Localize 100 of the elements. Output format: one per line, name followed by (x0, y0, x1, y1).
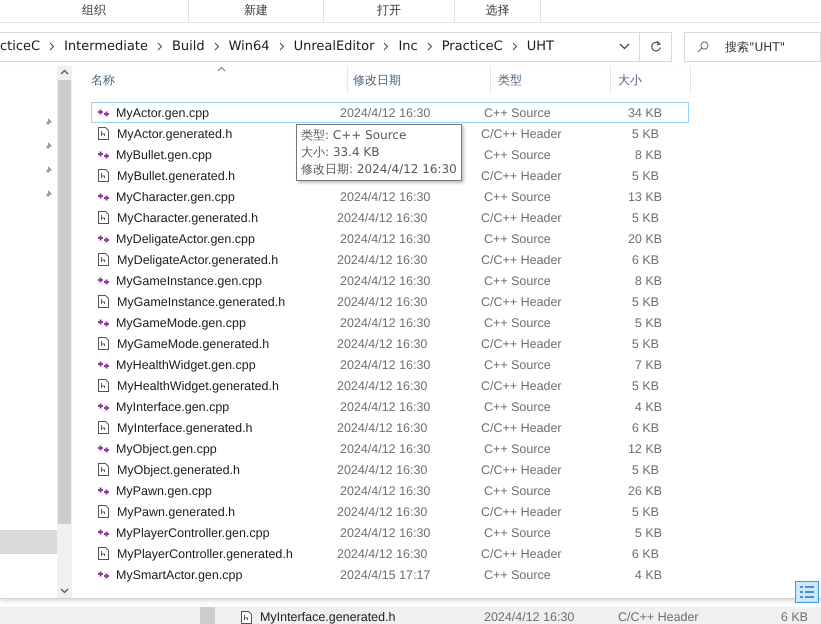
file-size: 12 KB (628, 442, 662, 456)
breadcrumb[interactable]: PracticeC (442, 39, 503, 54)
file-type: C/C++ Header (481, 546, 562, 561)
file-name: MyActor.gen.cpp (116, 106, 210, 120)
breadcrumb[interactable]: UHT (526, 39, 554, 54)
file-size: 5 KB (632, 336, 659, 351)
header-file-icon (98, 505, 109, 518)
breadcrumb[interactable]: Win64 (228, 39, 270, 54)
details-view-button[interactable] (795, 581, 819, 603)
plus-file-icon (97, 360, 111, 370)
chevron-right-icon (383, 42, 390, 52)
file-date: 2024/4/12 16:30 (340, 358, 430, 372)
file-type: C++ Source (484, 232, 551, 246)
breadcrumb[interactable]: Inc (398, 39, 418, 54)
file-date: 2024/4/15 17:17 (340, 568, 430, 582)
plus-file-icon (97, 276, 111, 286)
column-header[interactable]: 类型 (498, 72, 522, 89)
breadcrumb[interactable]: cticeC (0, 39, 40, 54)
refresh-icon (650, 40, 662, 54)
ribbon-group-label[interactable]: 组织 (0, 0, 189, 22)
plus-file-icon (97, 108, 111, 118)
ribbon-group-label[interactable]: 新建 (189, 0, 324, 22)
file-name: MyBullet.gen.cpp (116, 148, 212, 162)
file-size: 5 KB (632, 462, 659, 477)
file-name: MyPlayerController.gen.cpp (116, 526, 270, 540)
file-name: MyDeligateActor.generated.h (117, 252, 278, 267)
file-name: MyGameMode.gen.cpp (116, 316, 246, 330)
file-size: 5 KB (632, 504, 659, 519)
chevron-right-icon (426, 42, 433, 52)
breadcrumb[interactable]: Intermediate (64, 39, 148, 54)
list-icon (799, 585, 815, 599)
file-type: C/C++ Header (481, 420, 562, 435)
file-date: 2024/4/12 16:30 (337, 462, 428, 477)
file-date: 2024/4/12 16:30 (337, 546, 428, 561)
file-date: 2024/4/12 16:30 (340, 526, 430, 540)
file-size: 20 KB (628, 232, 662, 246)
file-type: C/C++ Header (481, 504, 562, 519)
plus-file-icon (97, 192, 111, 202)
tooltip-line: 修改日期: 2024/4/12 16:30 (301, 161, 457, 178)
file-name: MyHealthWidget.generated.h (117, 378, 279, 393)
plus-file-icon (97, 528, 111, 538)
header-file-icon (98, 127, 109, 140)
refresh-button[interactable] (640, 32, 672, 62)
file-date: 2024/4/12 16:30 (340, 232, 430, 246)
address-bar[interactable]: cticeC Intermediate Build Win64 UnrealEditor Inc PracticeC UHT (0, 32, 640, 62)
file-size: 26 KB (628, 484, 662, 498)
file-size: 7 KB (634, 358, 662, 372)
column-header[interactable]: 修改日期 (353, 72, 401, 89)
column-header[interactable]: 大小 (618, 72, 642, 89)
column-header[interactable]: 名称 (91, 72, 115, 89)
file-date: 2024/4/12 16:30 (340, 190, 430, 204)
file-name: MyGameMode.generated.h (117, 336, 270, 351)
plus-file-icon (97, 402, 111, 412)
scrollbar[interactable] (57, 66, 72, 598)
file-type: C++ Source (484, 568, 551, 582)
file-date: 2024/4/12 16:30 (337, 252, 428, 267)
file-size: 4 KB (634, 568, 662, 582)
file-size: 6 KB (632, 546, 659, 561)
file-type: C/C++ Header (481, 294, 562, 309)
file-date: 2024/4/12 16:30 (337, 378, 428, 393)
file-name: MyCharacter.gen.cpp (116, 190, 235, 204)
file-date: 2024/4/12 16:30 (337, 420, 428, 435)
file-type: C++ Source (484, 484, 551, 498)
file-size: 6 KB (632, 420, 659, 435)
header-file-icon (241, 611, 252, 624)
breadcrumb[interactable]: Build (172, 39, 205, 54)
file-name: MyBullet.generated.h (117, 168, 236, 183)
file-name: MyObject.gen.cpp (116, 442, 217, 456)
ribbon-group-label[interactable]: 打开 (324, 0, 455, 22)
file-size: 6 KB (780, 610, 808, 624)
breadcrumb[interactable]: UnrealEditor (294, 39, 374, 54)
file-date: 2024/4/12 16:30 (340, 274, 430, 288)
search-field[interactable]: 搜索"UHT" (684, 32, 821, 62)
chevron-right-icon (156, 42, 163, 52)
scrollbar-thumb[interactable] (200, 607, 215, 624)
file-name: MyInterface.generated.h (260, 610, 396, 624)
file-type: C++ Source (484, 316, 551, 330)
file-size: 8 KB (634, 274, 662, 288)
file-name: MyGameInstance.generated.h (117, 294, 286, 309)
header-file-icon (98, 337, 109, 350)
file-date: 2024/4/12 16:30 (340, 316, 430, 330)
ribbon-group-label[interactable]: 选择 (455, 0, 541, 22)
file-name: MyGameInstance.gen.cpp (116, 274, 262, 288)
file-type: C/C++ Header (618, 610, 699, 624)
file-date: 2024/4/12 16:30 (340, 106, 430, 120)
file-size: 5 KB (632, 126, 659, 141)
tooltip-line: 大小: 33.4 KB (301, 144, 380, 161)
nav-item-highlight[interactable] (0, 530, 57, 554)
file-size: 13 KB (628, 190, 662, 204)
file-name: MyHealthWidget.gen.cpp (116, 358, 256, 372)
chevron-down-icon[interactable] (619, 43, 630, 50)
file-size: 5 KB (632, 294, 659, 309)
file-type: C++ Source (484, 358, 551, 372)
header-file-icon (98, 463, 109, 476)
file-size: 5 KB (634, 526, 662, 540)
header-file-icon (98, 547, 109, 560)
file-type: C++ Source (484, 148, 551, 162)
header-file-icon (98, 253, 109, 266)
plus-file-icon (97, 318, 111, 328)
selected-row-highlight[interactable]: MyActor.gen.cpp 2024/4/12 16:30 C++ Source 34 KB (91, 102, 689, 124)
